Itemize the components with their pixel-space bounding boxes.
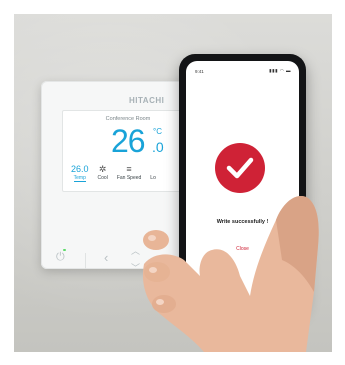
temperature-decimal: .0	[152, 139, 164, 155]
set-temp-value: 26.0	[71, 164, 89, 174]
back-chevron-icon[interactable]: ‹	[104, 250, 108, 265]
temp-label: Temp	[73, 175, 86, 182]
photo-scene: HITACHI Conference Room 26 °C .0 26.0 Te…	[14, 14, 332, 352]
cool-label: Cool	[97, 175, 108, 181]
success-message: Write successfully !	[216, 219, 269, 225]
temperature-unit: °C	[153, 127, 162, 136]
fan-speed-icon: ≡	[126, 164, 132, 174]
status-time: 9:41	[195, 69, 204, 74]
phone-screen: 9:41 ▮▮▮ ◠ ▬ Write successfully ! Close	[186, 61, 299, 305]
home-indicator	[222, 299, 264, 301]
brand-logo: HITACHI	[129, 96, 165, 105]
divider	[85, 253, 86, 269]
cool-item[interactable]: ✲ Cool	[98, 164, 108, 182]
louver-item[interactable]: Lo	[150, 164, 156, 182]
success-check-icon	[215, 143, 265, 193]
room-name: Conference Room	[105, 116, 151, 122]
status-icons: ▮▮▮ ◠ ▬	[269, 68, 291, 73]
power-icon[interactable]: ⏻	[56, 251, 65, 264]
close-button[interactable]: Close	[186, 246, 299, 252]
mode-items: 26.0 Temp ✲ Cool ≡ Fan Speed Lo	[71, 164, 156, 182]
temp-item[interactable]: 26.0 Temp	[71, 164, 89, 182]
fan-speed-label: Fan Speed	[116, 175, 142, 181]
chevron-down-icon[interactable]: ﹀	[131, 261, 140, 274]
fan-speed-item[interactable]: ≡ Fan Speed	[117, 164, 141, 182]
smartphone: 9:41 ▮▮▮ ◠ ▬ Write successfully ! Close	[179, 54, 306, 312]
thermostat-screen: Conference Room 26 °C .0 26.0 Temp ✲ Coo…	[62, 110, 194, 192]
current-temperature: 26	[111, 123, 146, 159]
louver-label: Lo	[150, 175, 156, 181]
chevron-up-icon[interactable]: ︿	[131, 244, 140, 257]
snowflake-icon: ✲	[98, 164, 107, 174]
